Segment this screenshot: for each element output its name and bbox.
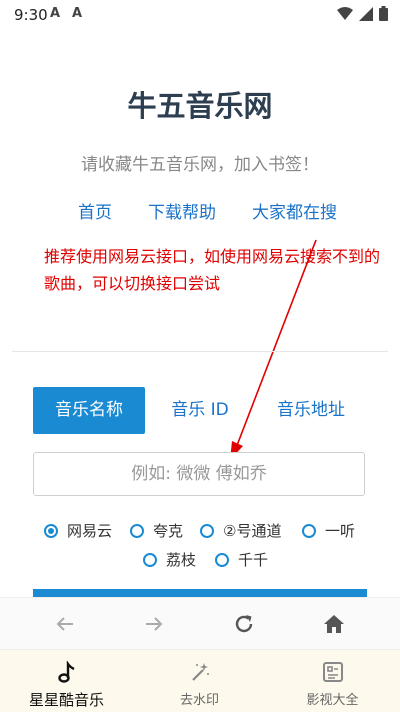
radio-label: 一听 — [325, 522, 356, 540]
radio-label: 夸克 — [153, 522, 184, 540]
back-icon[interactable] — [50, 610, 80, 638]
bottom-nav: 星星酷音乐 去水印 影视大全 — [0, 649, 400, 712]
radio-unchecked-icon — [302, 523, 316, 538]
radio-unchecked-icon — [130, 523, 144, 538]
radio-label: 荔枝 — [166, 551, 197, 569]
radio-checked-icon — [44, 523, 58, 538]
radio-lizhi[interactable]: 荔枝 — [143, 549, 196, 570]
search-type-tabs: 音乐名称 音乐 ID 音乐地址 — [33, 387, 367, 434]
radio-netease[interactable]: 网易云 — [44, 520, 112, 541]
bottom-nav-video[interactable]: 影视大全 — [266, 650, 399, 712]
radio-label: ②号通道 — [223, 522, 282, 540]
radio-channel2[interactable]: ②号通道 — [200, 520, 281, 541]
radio-yiting[interactable]: 一听 — [302, 520, 355, 541]
search-box — [33, 452, 365, 496]
bottom-nav-music[interactable]: 星星酷音乐 — [0, 650, 133, 712]
radio-quark[interactable]: 夸克 — [130, 520, 183, 541]
magic-wand-icon — [191, 663, 209, 681]
radio-unchecked-icon — [215, 552, 229, 567]
search-input[interactable] — [34, 453, 364, 495]
tab-music-name[interactable]: 音乐名称 — [33, 387, 145, 434]
home-icon[interactable] — [319, 610, 349, 638]
submit-button[interactable] — [33, 589, 367, 597]
radio-unchecked-icon — [200, 523, 214, 538]
radio-qianqian[interactable]: 千千 — [215, 549, 268, 570]
dashboard-icon — [322, 662, 343, 682]
tab-music-id[interactable]: 音乐 ID — [155, 387, 245, 434]
divider — [12, 351, 388, 352]
browser-nav-bar — [0, 597, 400, 650]
refresh-icon[interactable] — [229, 610, 259, 638]
radio-label: 千千 — [238, 551, 269, 569]
tab-music-url[interactable]: 音乐地址 — [261, 387, 361, 434]
bottom-nav-watermark[interactable]: 去水印 — [133, 650, 266, 712]
forward-icon[interactable] — [139, 610, 169, 638]
radio-unchecked-icon — [143, 552, 157, 567]
bottom-nav-label: 影视大全 — [306, 693, 359, 708]
radio-label: 网易云 — [67, 522, 113, 540]
bottom-nav-label: 去水印 — [179, 693, 219, 708]
music-note-icon — [57, 661, 75, 683]
bottom-nav-label: 星星酷音乐 — [28, 691, 104, 709]
